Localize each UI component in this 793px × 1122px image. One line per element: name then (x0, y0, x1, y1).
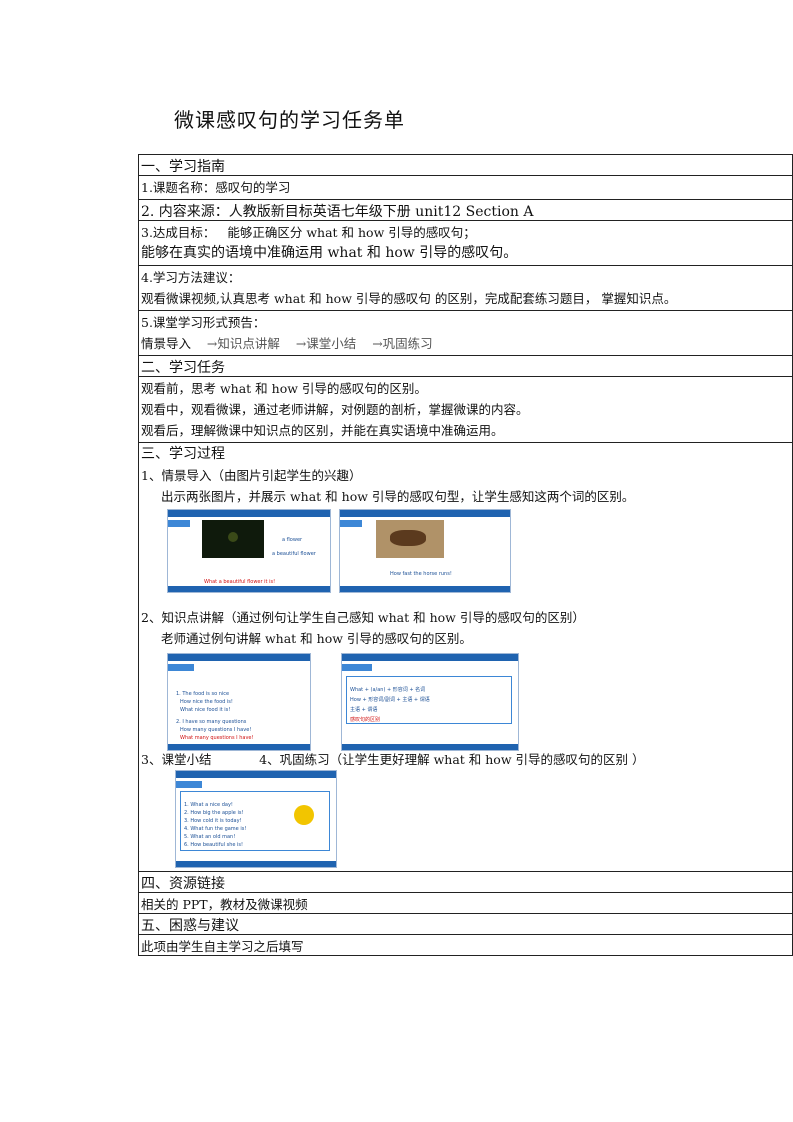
form-block: 5.课堂学习形式预告： 情景导入 →知识点讲解 →课堂小结 →巩固练习 (139, 311, 793, 356)
section-2-heading: 二、学习任务 (139, 356, 793, 377)
slide-practice: 1. What a nice day! 2. How big the apple… (175, 770, 337, 868)
smiley-icon (294, 805, 314, 825)
section-5-heading: 五、困惑与建议 (139, 914, 793, 935)
section-1-heading: 一、学习指南 (139, 155, 793, 176)
method-block: 4.学习方法建议： 观看微课视频,认真思考 what 和 how 引导的感叹句 … (139, 266, 793, 311)
source-line: 2. 内容来源：人教版新目标英语七年级下册 unit12 Section A (139, 200, 793, 221)
slide-examples: 1. The food is so nice How nice the food… (167, 653, 311, 751)
resource-line: 相关的 PPT，教材及微课视频 (139, 893, 793, 914)
flower-image (202, 520, 264, 558)
goal-1: 能够正确区分 what 和 how 引导的感叹句； (227, 225, 476, 240)
slide-horse: How fast the horse runs! (339, 509, 511, 593)
task-block: 观看前，思考 what 和 how 引导的感叹句的区别。 观看中，观看微课，通过… (139, 377, 793, 443)
method-text: 观看微课视频,认真思考 what 和 how 引导的感叹句 的区别，完成配套练习… (141, 291, 677, 306)
summary-practice-line: 3、课堂小结 4、巩固练习（让学生更好理解 what 和 how 引导的感叹句的… (141, 752, 645, 767)
section-4-heading: 四、资源链接 (139, 872, 793, 893)
slide-rules: What + (a/an) + 形容词 + 名词 How + 形容词/副词 + … (341, 653, 519, 751)
process-block: 三、学习过程 1、情景导入（由图片引起学生的兴趣） 出示两张图片，并展示 wha… (139, 443, 793, 872)
horse-image (376, 520, 444, 558)
task-table: 一、学习指南 1.课题名称：感叹句的学习 2. 内容来源：人教版新目标英语七年级… (138, 154, 793, 956)
guide-block: 1.课题名称：感叹句的学习 (139, 176, 793, 200)
goal-2: 能够在真实的语境中准确运用 what 和 how 引导的感叹句。 (141, 245, 518, 261)
page-title: 微课感叹句的学习任务单 (174, 108, 405, 132)
form-steps: 情景导入 →知识点讲解 →课堂小结 →巩固练习 (141, 336, 433, 351)
goal-block: 3.达成目标： 能够正确区分 what 和 how 引导的感叹句； 能够在真实的… (139, 221, 793, 266)
feedback-line: 此项由学生自主学习之后填写 (139, 935, 793, 956)
topic-line: 1.课题名称：感叹句的学习 (141, 180, 291, 195)
slide-flower: a flower a beautiful flower What a beaut… (167, 509, 331, 593)
